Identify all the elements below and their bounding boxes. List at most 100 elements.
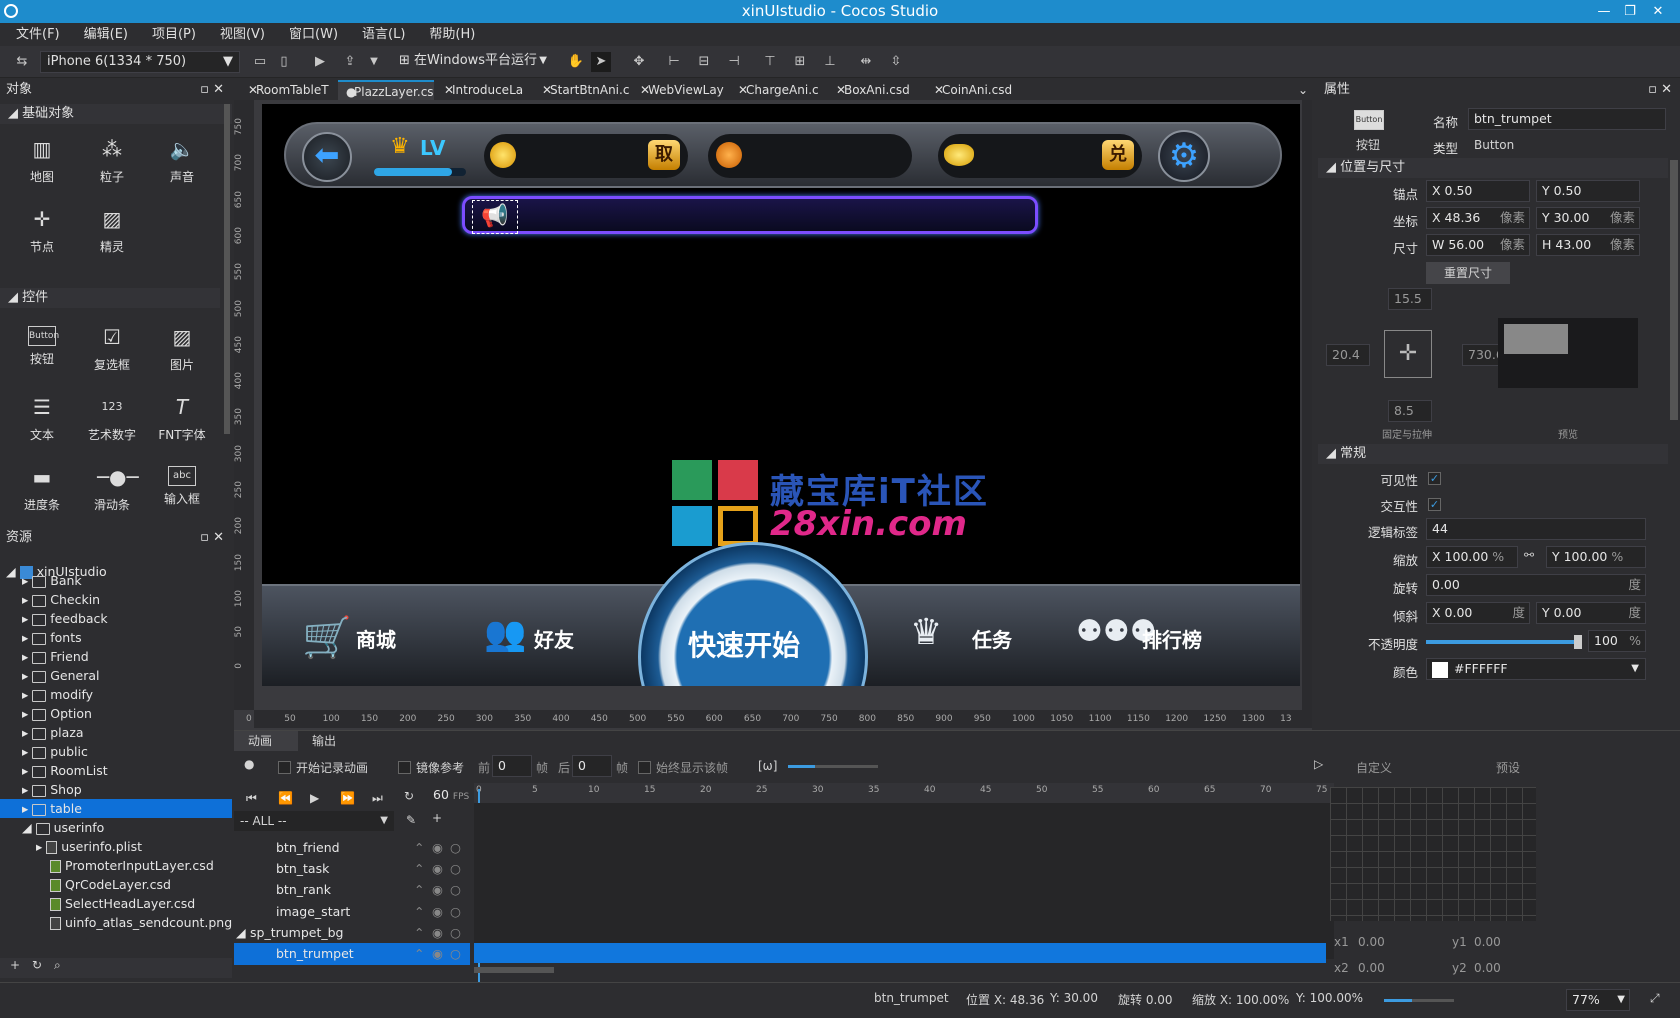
anchor-stretch-widget[interactable]: ✛	[1384, 330, 1432, 378]
rotation-field[interactable]: 0.00 度	[1426, 574, 1646, 596]
align-center-icon[interactable]: ⊟	[694, 52, 714, 72]
menu-window[interactable]: 窗口(W)	[277, 23, 350, 46]
expand-icon[interactable]: ▸	[36, 839, 46, 854]
device-select[interactable]: iPhone 6(1334 * 750) ▼	[40, 51, 240, 73]
mirror-checkbox[interactable]	[398, 761, 411, 774]
fps-field[interactable]: 60 FPS	[428, 785, 480, 807]
objects-scrollbar[interactable]	[224, 104, 230, 434]
timeline-zoom-slider[interactable]	[788, 765, 878, 768]
lock-icon[interactable]: ⌃	[414, 837, 424, 859]
tree-file[interactable]: PromoterInputLayer.csd	[50, 856, 214, 875]
next-frame-icon[interactable]: ⏩	[340, 791, 355, 805]
tree-file[interactable]: SelectHeadLayer.csd	[50, 894, 195, 913]
tool-sprite[interactable]: ▨ 精灵	[80, 196, 144, 258]
menu-help[interactable]: 帮助(H)	[417, 23, 487, 46]
menu-edit[interactable]: 编辑(E)	[72, 23, 140, 46]
visible-checkbox[interactable]: ✓	[1428, 472, 1441, 485]
size-h-field[interactable]: H 43.00 像素	[1536, 234, 1640, 256]
tab-chargeani[interactable]: ChargeAni.c ✕	[730, 80, 826, 100]
easing-custom-tab[interactable]: 自定义	[1356, 759, 1392, 776]
timeline-row[interactable]: ◢ sp_trumpet_bg ⌃ ◉ ○	[234, 922, 470, 944]
minimize-button[interactable]: —	[1590, 0, 1618, 23]
color-field[interactable]: #FFFFFF ▼	[1426, 658, 1646, 680]
menu-project[interactable]: 项目(P)	[140, 23, 208, 46]
tab-coinani[interactable]: CoinAni.csd ✕	[926, 80, 1022, 100]
tool-button[interactable]: Button 按钮	[10, 314, 74, 376]
x1-value[interactable]: 0.00	[1358, 935, 1385, 949]
canvas-right-scrollbar[interactable]	[1302, 100, 1312, 710]
eye-icon[interactable]: ◉	[432, 943, 443, 965]
interactive-checkbox[interactable]: ✓	[1428, 498, 1441, 511]
exchange-button[interactable]: 兑	[1102, 140, 1134, 170]
timeline-row[interactable]: btn_task ⌃ ◉ ○	[234, 858, 470, 880]
expand-icon[interactable]: ▸	[22, 763, 32, 778]
circle-icon[interactable]: ○	[450, 901, 461, 923]
back-button[interactable]: ⬅	[302, 132, 352, 182]
basic-objects-section[interactable]: ◢ 基础对象	[0, 104, 232, 124]
unit-select[interactable]: 像素	[1500, 208, 1525, 228]
publish-icon[interactable]: ⇪	[340, 52, 360, 72]
align-middle-icon[interactable]: ⊞	[790, 52, 810, 72]
margin-left-field[interactable]: 20.4	[1326, 344, 1370, 366]
properties-scrollbar[interactable]	[1670, 160, 1678, 420]
tool-checkbox[interactable]: ☑ 复选框	[80, 314, 144, 376]
menu-view[interactable]: 视图(V)	[208, 23, 277, 46]
tree-file[interactable]: ▸ userinfo.plist	[36, 837, 142, 856]
zoom-select[interactable]: 77% ▼	[1566, 989, 1630, 1011]
scale-y-field[interactable]: Y 100.00 %	[1546, 546, 1646, 568]
run-platform-select[interactable]: ⊞ 在Windows平台运行 ▼	[393, 51, 549, 73]
name-field[interactable]: btn_trumpet	[1468, 108, 1666, 130]
eye-icon[interactable]: ◉	[432, 879, 443, 901]
selected-track-highlight[interactable]	[474, 943, 1326, 963]
expand-icon[interactable]: ▸	[22, 573, 32, 588]
timeline-row[interactable]: btn_friend ⌃ ◉ ○	[234, 837, 470, 859]
easing-preset-tab[interactable]: 预设	[1496, 759, 1520, 776]
tree-file[interactable]: uinfo_atlas_sendcount.png	[50, 913, 232, 932]
tree-folder[interactable]: ▸ table	[0, 799, 232, 818]
tab-output[interactable]: 输出	[300, 731, 348, 751]
lock-icon[interactable]: ⌃	[414, 858, 424, 880]
after-field[interactable]: 0	[572, 755, 612, 777]
align-right-icon[interactable]: ⊣	[724, 52, 744, 72]
controls-section[interactable]: ◢ 控件	[0, 288, 220, 308]
expand-icon[interactable]: ▸	[22, 668, 32, 683]
align-top-icon[interactable]: ⊤	[760, 52, 780, 72]
circle-icon[interactable]: ○	[450, 943, 461, 965]
tool-sound[interactable]: 🔈 声音	[150, 126, 214, 188]
eye-icon[interactable]: ◉	[432, 922, 443, 944]
tool-node[interactable]: ✛ 节点	[10, 196, 74, 258]
restore-button[interactable]: ❐	[1616, 0, 1644, 23]
reset-size-button[interactable]: 重置尺寸	[1426, 262, 1510, 284]
refresh-icon[interactable]: ↻	[32, 958, 42, 972]
tree-folder[interactable]: ▸ plaza	[22, 723, 84, 742]
portrait-icon[interactable]: ▯	[274, 52, 294, 72]
tool-image[interactable]: ▨ 图片	[150, 314, 214, 376]
hand-tool-icon[interactable]: ✋	[566, 52, 586, 72]
distribute-h-icon[interactable]: ⇹	[856, 52, 876, 72]
timeline-row[interactable]: image_start ⌃ ◉ ○	[234, 901, 470, 923]
btn-trumpet[interactable]: 📢	[472, 200, 518, 234]
add-keyframe-icon[interactable]: ●	[244, 757, 254, 771]
tool-slider[interactable]: ─●─ 滑动条	[80, 454, 144, 516]
play-icon[interactable]: ▶	[310, 52, 330, 72]
tree-folder[interactable]: ▸ fonts	[22, 628, 82, 647]
position-x-field[interactable]: X 48.36 像素	[1426, 207, 1530, 229]
tab-introduce[interactable]: IntroduceLa ✕	[436, 80, 532, 100]
unit-select[interactable]: 像素	[1610, 208, 1635, 228]
tab-animation[interactable]: 动画	[234, 731, 298, 751]
tab-startbtnani[interactable]: StartBtnAni.c ✕	[534, 80, 630, 100]
take-button[interactable]: 取	[648, 140, 680, 170]
tree-folder[interactable]: ▸ Shop	[22, 780, 82, 799]
y1-value[interactable]: 0.00	[1474, 935, 1501, 949]
select-tool-icon[interactable]: ➤	[591, 52, 611, 72]
lock-icon[interactable]: ⌃	[414, 901, 424, 923]
timeline-row[interactable]: btn_trumpet ⌃ ◉ ○	[234, 943, 470, 965]
timeline-row[interactable]: btn_rank ⌃ ◉ ○	[234, 879, 470, 901]
always-show-checkbox[interactable]	[638, 761, 651, 774]
scale-x-field[interactable]: X 100.00 %	[1426, 546, 1518, 568]
circle-icon[interactable]: ○	[450, 858, 461, 880]
lock-icon[interactable]: ⌃	[414, 943, 424, 965]
opacity-field[interactable]: 100 %	[1588, 630, 1646, 652]
settings-button[interactable]: ⚙	[1158, 130, 1210, 182]
expand-icon[interactable]: ▸	[22, 744, 32, 759]
